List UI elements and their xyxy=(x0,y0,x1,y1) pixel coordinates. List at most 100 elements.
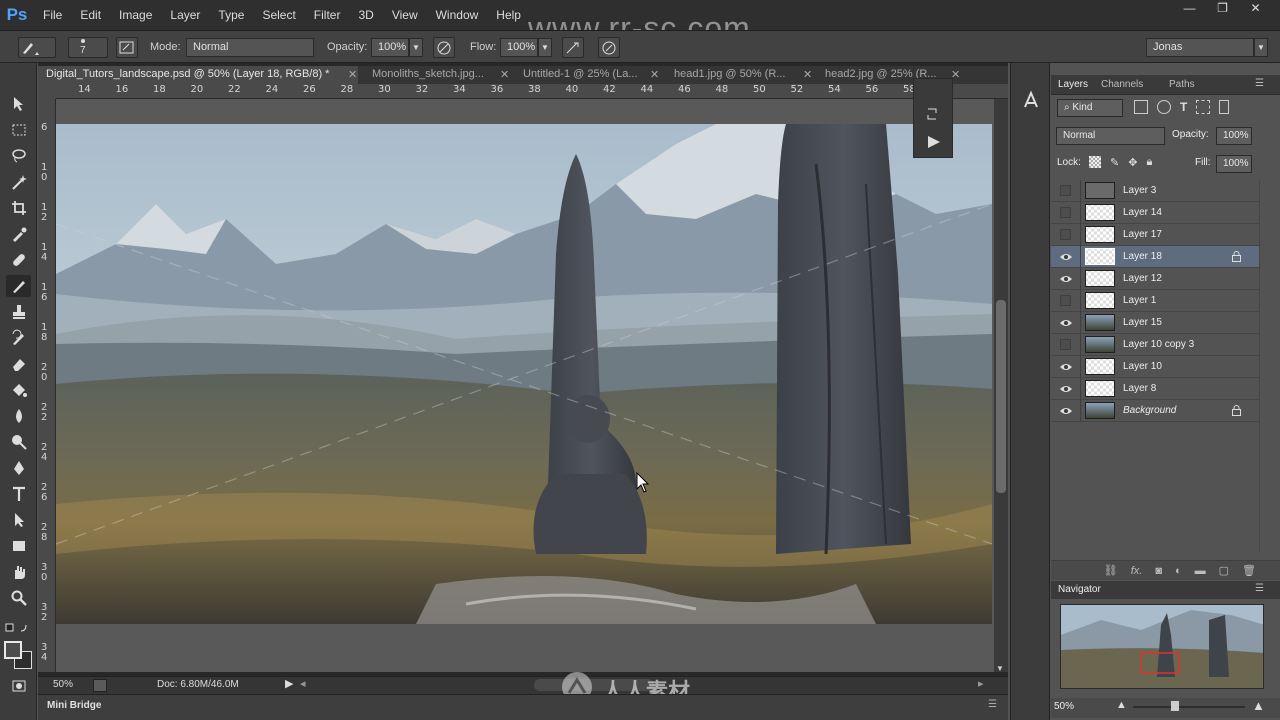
visibility-toggle[interactable] xyxy=(1051,377,1081,400)
lock-transparent-icon[interactable] xyxy=(1089,156,1101,168)
layer-thumbnail[interactable] xyxy=(1085,292,1115,309)
zoom-slider[interactable] xyxy=(1133,706,1245,708)
tab-untitled-1[interactable]: Untitled-1 @ 25% (La... xyxy=(515,66,653,84)
layer-row[interactable]: Layer 12 xyxy=(1051,267,1259,290)
clone-stamp-tool[interactable] xyxy=(6,301,31,323)
healing-brush-tool[interactable] xyxy=(6,249,31,271)
delete-layer-icon[interactable]: 🗑︎ xyxy=(1242,564,1256,577)
quick-mask-button[interactable] xyxy=(6,675,31,697)
history-brush-tool[interactable] xyxy=(6,327,31,349)
tab-close-icon[interactable]: ✕ xyxy=(803,68,812,81)
tab-channels[interactable]: Channels xyxy=(1101,79,1143,90)
paint-bucket-tool[interactable] xyxy=(6,379,31,401)
zoom-level[interactable]: 50% xyxy=(53,679,73,690)
eyedropper-tool[interactable] xyxy=(6,223,31,245)
menu-edit[interactable]: Edit xyxy=(71,8,110,22)
dodge-tool[interactable] xyxy=(6,431,31,453)
workspace-dropdown[interactable]: ▼ xyxy=(1254,38,1268,57)
navigator-zoom[interactable]: 50% xyxy=(1054,701,1074,712)
lock-position-icon[interactable]: ✥ xyxy=(1128,156,1137,170)
ruler-origin[interactable] xyxy=(38,84,56,99)
type-filter-icon[interactable]: T xyxy=(1180,100,1187,116)
document-canvas[interactable] xyxy=(56,124,992,624)
visibility-toggle[interactable] xyxy=(1051,311,1081,334)
visibility-toggle[interactable] xyxy=(1051,267,1081,290)
smart-object-filter-icon[interactable] xyxy=(1219,100,1230,114)
layer-row[interactable]: Layer 10 xyxy=(1051,355,1259,378)
panel-menu-icon[interactable]: ☰ xyxy=(1255,583,1264,594)
menu-help[interactable]: Help xyxy=(487,8,530,22)
layer-row[interactable]: Layer 3 xyxy=(1051,179,1259,202)
tool-presets-icon[interactable] xyxy=(1020,89,1042,111)
visibility-toggle[interactable] xyxy=(1051,333,1081,356)
visibility-toggle[interactable] xyxy=(1051,399,1081,422)
zoom-tool[interactable] xyxy=(6,587,31,609)
blend-mode-select[interactable]: Normal xyxy=(1056,127,1165,145)
type-tool[interactable] xyxy=(6,483,31,505)
tab-close-icon[interactable]: ✕ xyxy=(650,68,659,81)
tab-layers[interactable]: Layers xyxy=(1058,79,1088,90)
visibility-toggle[interactable] xyxy=(1051,289,1081,312)
visibility-toggle[interactable] xyxy=(1051,245,1081,268)
layer-row[interactable]: Layer 17 xyxy=(1051,223,1259,246)
mini-bridge-tab[interactable]: Mini Bridge xyxy=(47,700,101,711)
shape-filter-icon[interactable] xyxy=(1196,100,1211,114)
layer-thumbnail[interactable] xyxy=(1085,402,1115,419)
opacity-dropdown[interactable]: ▼ xyxy=(409,38,423,57)
crop-tool[interactable] xyxy=(6,197,31,219)
magic-wand-tool[interactable] xyxy=(6,171,31,193)
layer-opacity-input[interactable]: 100% xyxy=(1216,127,1252,145)
new-layer-icon[interactable]: ▢ xyxy=(1219,564,1229,577)
mode-select[interactable]: Normal xyxy=(186,38,314,57)
layers-scrollbar[interactable] xyxy=(1259,180,1275,552)
play-icon[interactable] xyxy=(926,133,942,151)
visibility-toggle[interactable] xyxy=(1051,179,1081,202)
flow-input[interactable]: 100% xyxy=(500,38,538,57)
new-group-icon[interactable]: ▬ xyxy=(1195,565,1206,577)
path-selection-tool[interactable] xyxy=(6,509,31,531)
vertical-scroll-thumb[interactable] xyxy=(996,300,1006,493)
layer-thumbnail[interactable] xyxy=(1085,226,1115,243)
swap-colors-icon[interactable] xyxy=(5,623,31,633)
fill-input[interactable]: 100% xyxy=(1216,155,1252,173)
navigator-title[interactable]: Navigator xyxy=(1058,584,1101,595)
menu-type[interactable]: Type xyxy=(209,8,253,22)
zoom-slider-handle[interactable] xyxy=(1171,701,1179,711)
layer-thumbnail[interactable] xyxy=(1085,204,1115,221)
lock-pixels-icon[interactable]: ✎ xyxy=(1110,156,1119,170)
brush-panel-toggle[interactable] xyxy=(116,37,138,58)
brush-preset-picker[interactable]: 7 xyxy=(68,37,108,58)
adjustment-layer-icon[interactable]: ◐ xyxy=(1175,565,1182,577)
close-button[interactable]: ✕ xyxy=(1239,0,1272,16)
actions-icon[interactable] xyxy=(924,105,944,123)
lasso-tool[interactable] xyxy=(6,145,31,167)
brush-tool[interactable] xyxy=(6,275,31,297)
navigator-preview[interactable] xyxy=(1060,604,1264,689)
airbrush-button[interactable] xyxy=(562,37,584,58)
horizontal-ruler[interactable]: 14 16 18 20 22 24 26 28 30 32 34 36 38 40 42 44 46 48 50 52… xyxy=(56,84,1008,99)
layer-thumbnail[interactable] xyxy=(1085,336,1115,353)
lock-all-icon[interactable]: 🔒︎ xyxy=(1146,156,1152,170)
maximize-button[interactable]: ❐ xyxy=(1206,0,1239,16)
panel-menu-icon[interactable]: ☰ xyxy=(988,699,997,710)
menu-select[interactable]: Select xyxy=(253,8,304,22)
panel-menu-icon[interactable]: ☰ xyxy=(1255,78,1264,89)
layer-filter-select[interactable]: ⌕ Kind xyxy=(1057,99,1123,117)
tab-close-icon[interactable]: ✕ xyxy=(348,68,357,81)
hand-tool[interactable] xyxy=(6,561,31,583)
layer-row[interactable]: Layer 14 xyxy=(1051,201,1259,224)
layer-row[interactable]: Layer 10 copy 3 xyxy=(1051,333,1259,356)
visibility-toggle[interactable] xyxy=(1051,201,1081,224)
foreground-color-swatch[interactable] xyxy=(4,641,22,659)
visibility-toggle[interactable] xyxy=(1051,223,1081,246)
layer-thumbnail[interactable] xyxy=(1085,314,1115,331)
zoom-in-icon[interactable]: ▲ xyxy=(1252,698,1265,713)
scroll-right-icon[interactable]: ▸ xyxy=(978,677,984,690)
link-layers-icon[interactable]: ⛓ xyxy=(1104,564,1118,577)
color-swatches[interactable] xyxy=(4,641,32,669)
tool-preset-picker[interactable] xyxy=(18,37,56,58)
layer-thumbnail[interactable] xyxy=(1085,358,1115,375)
layer-row[interactable]: Layer 15 xyxy=(1051,311,1259,334)
fx-icon[interactable]: fx. xyxy=(1131,565,1143,577)
visibility-toggle[interactable] xyxy=(1051,355,1081,378)
